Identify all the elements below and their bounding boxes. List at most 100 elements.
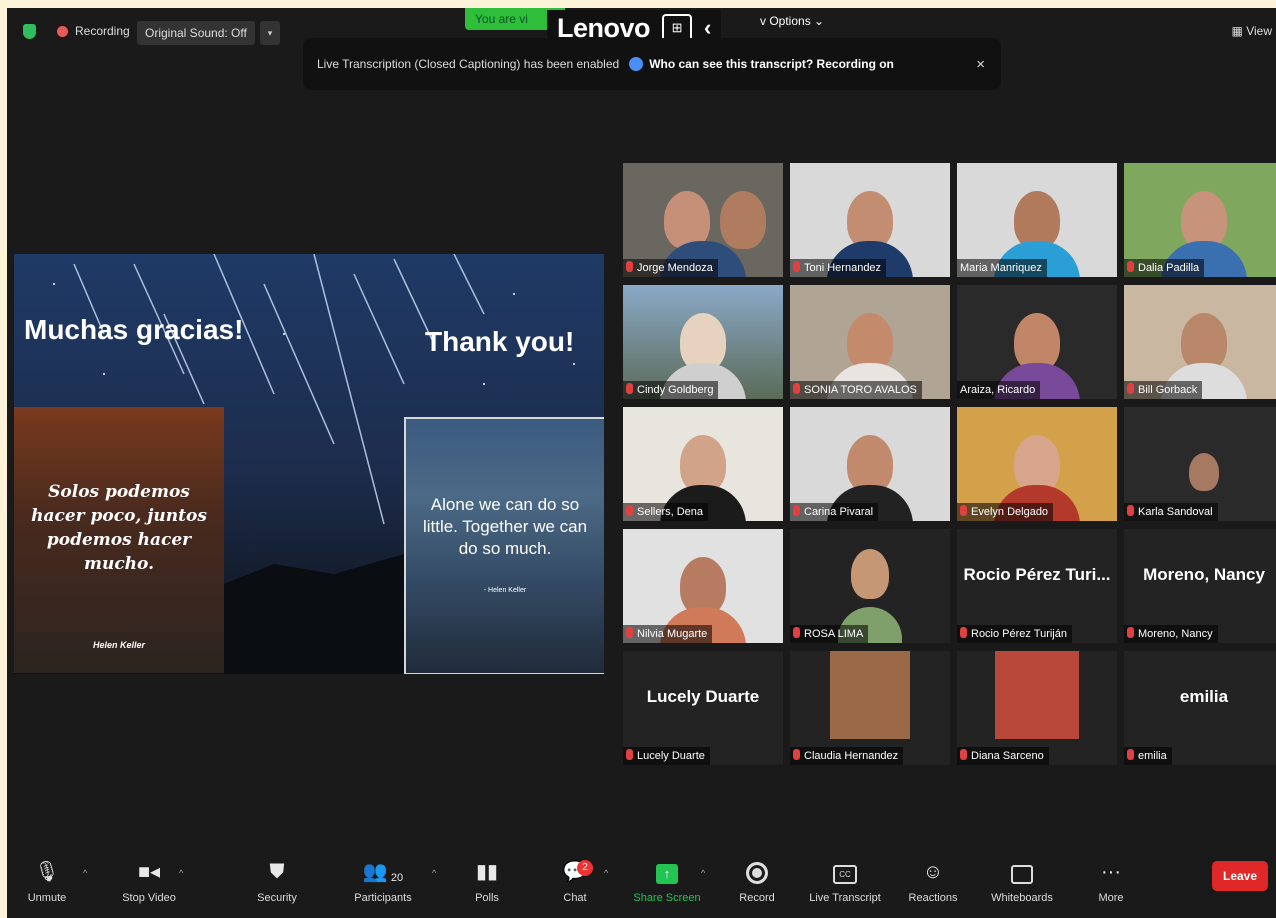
record-icon xyxy=(746,862,768,884)
participant-tile[interactable]: Maria Manriquez xyxy=(957,163,1117,277)
participant-name-text: Araiza, Ricardo xyxy=(960,384,1036,396)
muted-mic-icon xyxy=(1127,383,1134,394)
view-button[interactable]: ▦ View xyxy=(1232,24,1272,38)
record-icon-wrap xyxy=(733,844,781,884)
participant-name: Lucely Duarte xyxy=(623,747,710,765)
transcript-visibility-link[interactable]: Who can see this transcript? Recording o… xyxy=(629,57,894,71)
muted-mic-icon xyxy=(626,383,633,394)
view-options-menu[interactable]: v Options ⌄ xyxy=(760,14,824,28)
participant-name-text: Carina Pivaral xyxy=(804,506,874,518)
polls-button[interactable]: ▮▮ Polls xyxy=(467,844,507,904)
quote-text-spanish: Solos podemos hacer poco, juntos podemos… xyxy=(31,482,207,574)
security-label: Security xyxy=(257,892,297,904)
original-sound-dropdown[interactable]: ▾ xyxy=(260,21,280,45)
security-button[interactable]: ⛊ Security xyxy=(249,844,305,904)
chat-label: Chat xyxy=(563,892,587,904)
participant-big-name: Moreno, Nancy xyxy=(1143,565,1265,584)
participant-tile[interactable]: SONIA TORO AVALOS xyxy=(790,285,950,399)
close-icon[interactable]: × xyxy=(976,56,985,73)
quote-author-spanish: Helen Keller xyxy=(92,640,146,650)
participant-name-text: Karla Sandoval xyxy=(1138,506,1213,518)
muted-mic-icon xyxy=(960,505,967,516)
participant-name: Evelyn Delgado xyxy=(957,503,1054,521)
participant-name: Moreno, Nancy xyxy=(1124,625,1218,643)
share-options-chevron-icon[interactable]: ^ xyxy=(701,868,705,878)
avatar xyxy=(851,549,889,599)
chat-chevron-icon[interactable]: ^ xyxy=(604,868,608,878)
participant-tile[interactable]: Jorge Mendoza xyxy=(623,163,783,277)
muted-mic-icon xyxy=(626,505,633,516)
participant-tile[interactable]: Cindy Goldberg xyxy=(623,285,783,399)
video-options-chevron-icon[interactable]: ^ xyxy=(179,868,183,878)
record-button[interactable]: Record xyxy=(733,844,781,904)
participant-big-name: Lucely Duarte xyxy=(646,687,760,706)
shared-slide: Muchas gracias! Thank you! Solos podemos… xyxy=(14,254,604,674)
participant-name: Carina Pivaral xyxy=(790,503,879,521)
stop-video-button[interactable]: ■◂ Stop Video xyxy=(111,844,187,904)
notice-text: Live Transcription (Closed Captioning) h… xyxy=(317,57,620,71)
audio-options-chevron-icon[interactable]: ^ xyxy=(83,868,87,878)
share-screen-button[interactable]: ↑ Share Screen xyxy=(629,844,705,904)
smiley-plus-icon: ☺ xyxy=(922,861,944,883)
participant-tile[interactable]: Carina Pivaral xyxy=(790,407,950,521)
participants-count: 20 xyxy=(390,872,404,884)
participant-tile[interactable]: Karla Sandoval xyxy=(1124,407,1276,521)
leave-button[interactable]: Leave xyxy=(1212,861,1268,891)
chat-unread-badge: 2 xyxy=(577,860,593,876)
viewing-banner-text: You are vi xyxy=(475,12,528,26)
transcription-notice: Live Transcription (Closed Captioning) h… xyxy=(303,38,1001,90)
muted-mic-icon xyxy=(1127,505,1134,516)
participant-tile[interactable]: Dalia Padilla xyxy=(1124,163,1276,277)
participant-tile[interactable]: Diana Sarceno xyxy=(957,651,1117,765)
participant-tile[interactable]: Nilvia Mugarte xyxy=(623,529,783,643)
polls-label: Polls xyxy=(475,892,499,904)
muted-mic-icon xyxy=(626,261,633,272)
participant-tile[interactable]: Bill Gorback xyxy=(1124,285,1276,399)
participant-tile[interactable]: Evelyn Delgado xyxy=(957,407,1117,521)
participant-tile[interactable]: Lucely Duarte Lucely Duarte xyxy=(623,651,783,765)
quote-text-english: Alone we can do so little. Together we c… xyxy=(422,495,588,558)
participant-tile[interactable]: Sellers, Dena xyxy=(623,407,783,521)
more-button[interactable]: ··· More xyxy=(1091,844,1131,904)
participant-name: Toni Hernandez xyxy=(790,259,887,277)
participant-name-text: Evelyn Delgado xyxy=(971,506,1049,518)
participant-name: Cindy Goldberg xyxy=(623,381,719,399)
active-speaker-tile[interactable]: Araiza, Ricardo xyxy=(957,285,1117,399)
unmute-button[interactable]: 🎙 Unmute xyxy=(23,844,71,904)
meeting-toolbar: 🎙 Unmute ^ ■◂ Stop Video ^ ⛊ Security 👥 2… xyxy=(7,844,1276,918)
shield-icon: ⛊ xyxy=(269,861,285,883)
participant-tile[interactable]: ROSA LIMA xyxy=(790,529,950,643)
whiteboard-icon-wrap xyxy=(983,844,1061,884)
recording-label: Recording xyxy=(75,24,130,38)
muted-mic-icon xyxy=(793,383,800,394)
muted-mic-icon xyxy=(960,749,967,760)
participant-tile[interactable]: Moreno, Nancy Moreno, Nancy xyxy=(1124,529,1276,643)
shield-icon[interactable] xyxy=(23,24,36,39)
participants-button[interactable]: 👥 20 Participants xyxy=(345,844,421,904)
participant-name: Jorge Mendoza xyxy=(623,259,718,277)
more-label: More xyxy=(1098,892,1124,904)
participant-name-text: Jorge Mendoza xyxy=(637,262,713,274)
muted-mic-icon xyxy=(626,749,633,760)
original-sound-button[interactable]: Original Sound: Off xyxy=(137,21,255,45)
muted-mic-icon xyxy=(793,505,800,516)
live-transcript-button[interactable]: CC Live Transcript xyxy=(803,844,887,904)
share-screen-icon: ↑ xyxy=(656,864,678,884)
reactions-button[interactable]: ☺ Reactions xyxy=(903,844,963,904)
participants-chevron-icon[interactable]: ^ xyxy=(432,868,436,878)
whiteboards-button[interactable]: Whiteboards xyxy=(983,844,1061,904)
participant-name-text: Bill Gorback xyxy=(1138,384,1198,396)
participant-tile[interactable]: emilia emilia xyxy=(1124,651,1276,765)
participant-name: ROSA LIMA xyxy=(790,625,869,643)
participant-name-text: ROSA LIMA xyxy=(804,628,864,640)
reactions-label: Reactions xyxy=(908,892,958,904)
participant-tile[interactable]: Claudia Hernandez xyxy=(790,651,950,765)
quote-card-english: Alone we can do so little. Together we c… xyxy=(404,417,604,674)
recording-dot-icon xyxy=(57,26,68,37)
participant-tile[interactable]: Toni Hernandez xyxy=(790,163,950,277)
slide-title-spanish: Muchas gracias! xyxy=(24,314,244,345)
unmute-label: Unmute xyxy=(27,892,67,904)
participant-tile[interactable]: Rocio Pérez Turi... Rocio Pérez Turiján xyxy=(957,529,1117,643)
participant-name-text: Rocio Pérez Turiján xyxy=(971,628,1067,640)
ellipsis-icon: ··· xyxy=(1101,861,1121,883)
